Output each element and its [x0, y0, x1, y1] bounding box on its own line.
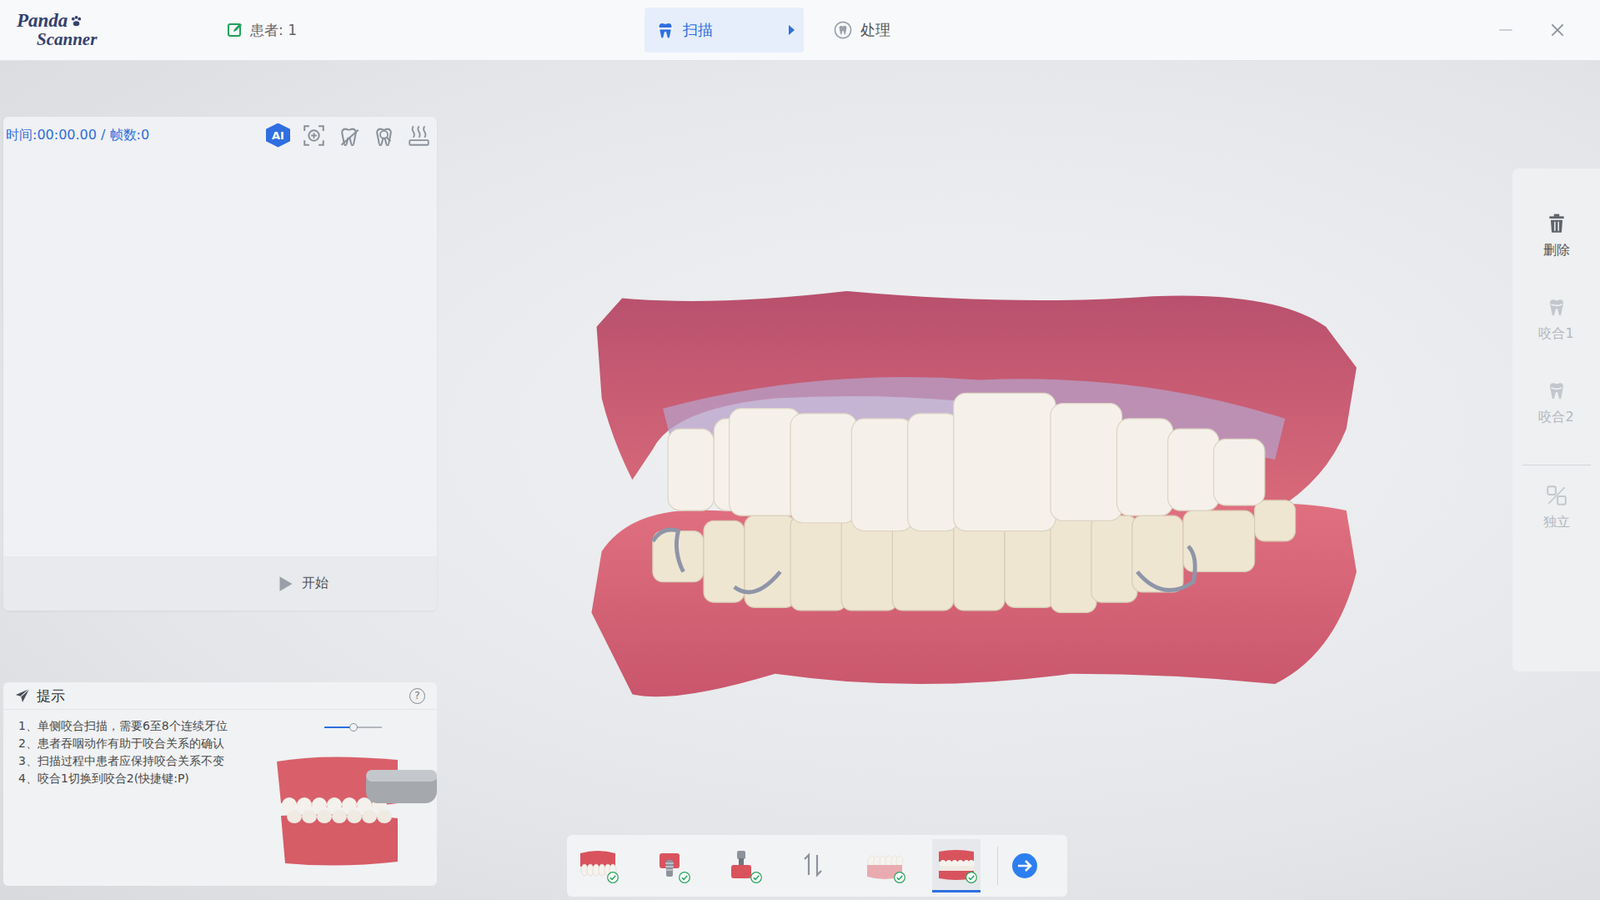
scanner-app: Panda Scanner 患者: 1 扫描 处理 时间:00:00.00 / … [0, 0, 1600, 900]
scan-step-button[interactable] [860, 838, 909, 893]
help-button[interactable]: ? [409, 687, 426, 704]
dental-scan-model[interactable] [589, 283, 1357, 705]
tooth-bite-icon [1545, 295, 1568, 318]
tip-item: 4、咬合1切换到咬合2(快捷键:P) [18, 769, 273, 788]
tooth-bite-icon [1545, 379, 1568, 402]
next-arrow-icon[interactable] [1011, 852, 1039, 879]
tooth-process-icon [833, 20, 853, 41]
paw-icon [70, 15, 83, 28]
separator [997, 846, 999, 885]
panel-header: 时间:00:00.00 / 帧数:0 AI [3, 116, 437, 154]
slider-thumb[interactable] [349, 722, 358, 732]
logo: Panda Scanner [0, 11, 227, 49]
close-icon[interactable] [1548, 20, 1567, 40]
edit-icon [226, 21, 244, 39]
start-button[interactable]: 开始 [3, 556, 437, 611]
tips-media [272, 709, 437, 886]
workflow-steps: 扫描 处理 [644, 7, 899, 53]
logo-line: Scanner [16, 30, 227, 49]
tooth-erase-icon[interactable] [337, 124, 361, 147]
scan-step-button[interactable] [573, 838, 622, 893]
check-icon [678, 871, 691, 883]
workflow-step[interactable]: 处理 [822, 7, 899, 53]
minimize-icon[interactable] [1496, 20, 1515, 40]
tips-slider[interactable] [272, 709, 437, 745]
ai-button[interactable]: AI [265, 123, 291, 148]
scan-status: 时间:00:00.00 / 帧数:0 [5, 126, 150, 145]
side-tool[interactable]: 咬合1 [1512, 287, 1600, 351]
bite-scan-illustration [272, 752, 437, 870]
scan-tools: AI [265, 123, 431, 148]
heat-icon[interactable] [407, 124, 431, 147]
tips-panel: 提示 ? 1、单侧咬合扫描，需要6至8个连续牙位2、患者吞咽动作有助于咬合关系的… [3, 682, 437, 886]
play-icon [278, 575, 294, 592]
slider-track [324, 726, 382, 728]
scan-step-button[interactable] [717, 838, 766, 893]
left-column: 时间:00:00.00 / 帧数:0 AI 开始 提示 ? 1、单侧咬合扫描，需… [0, 60, 437, 886]
scan-region-icon[interactable] [302, 124, 326, 147]
top-left-group: Panda Scanner 患者: 1 [0, 11, 645, 49]
check-icon [893, 871, 906, 883]
scan-step-button[interactable] [645, 838, 694, 893]
tip-item: 1、单侧咬合扫描，需要6至8个连续牙位 [18, 717, 273, 735]
swap-icon [792, 847, 833, 882]
patient-info[interactable]: 患者: 1 [226, 20, 297, 41]
tip-item: 2、患者吞咽动作有助于咬合关系的确认 [18, 734, 273, 753]
tips-body: 1、单侧咬合扫描，需要6至8个连续牙位2、患者吞咽动作有助于咬合关系的确认3、扫… [3, 709, 437, 886]
side-tool[interactable]: 独立 [1512, 476, 1600, 539]
tips-header: 提示 ? [3, 682, 437, 710]
scan-preview [3, 153, 437, 557]
separate-icon [1545, 484, 1568, 507]
side-toolbar: 删除 咬合1 咬合2 独立 [1512, 168, 1600, 672]
scan-step-button[interactable] [932, 838, 981, 893]
check-icon [750, 871, 763, 883]
arrow-right-icon [787, 24, 796, 36]
separator [1522, 464, 1591, 466]
tooth-scan-icon [656, 20, 675, 41]
check-icon [965, 871, 978, 883]
side-tool[interactable]: 咬合2 [1512, 371, 1600, 434]
check-icon [606, 871, 619, 883]
side-tool[interactable]: 删除 [1512, 204, 1600, 267]
scan-step-button[interactable] [788, 838, 838, 893]
logo-line: Panda [16, 11, 227, 31]
tip-item: 3、扫描过程中患者应保持咬合关系不变 [18, 752, 273, 770]
workflow-step[interactable]: 扫描 [644, 7, 804, 53]
send-icon [15, 687, 31, 703]
top-bar: Panda Scanner 患者: 1 扫描 处理 [0, 0, 1600, 61]
scan-viewport[interactable]: 时间:00:00.00 / 帧数:0 AI 开始 提示 ? 1、单侧咬合扫描，需… [0, 60, 1600, 900]
tooth-search-icon[interactable] [372, 124, 396, 147]
trash-icon [1545, 212, 1568, 235]
window-controls [1496, 20, 1600, 40]
scan-panel: 时间:00:00.00 / 帧数:0 AI 开始 [3, 116, 437, 611]
tips-list: 1、单侧咬合扫描，需要6至8个连续牙位2、患者吞咽动作有助于咬合关系的确认3、扫… [3, 709, 273, 886]
scan-step-toolbar [566, 834, 1068, 897]
